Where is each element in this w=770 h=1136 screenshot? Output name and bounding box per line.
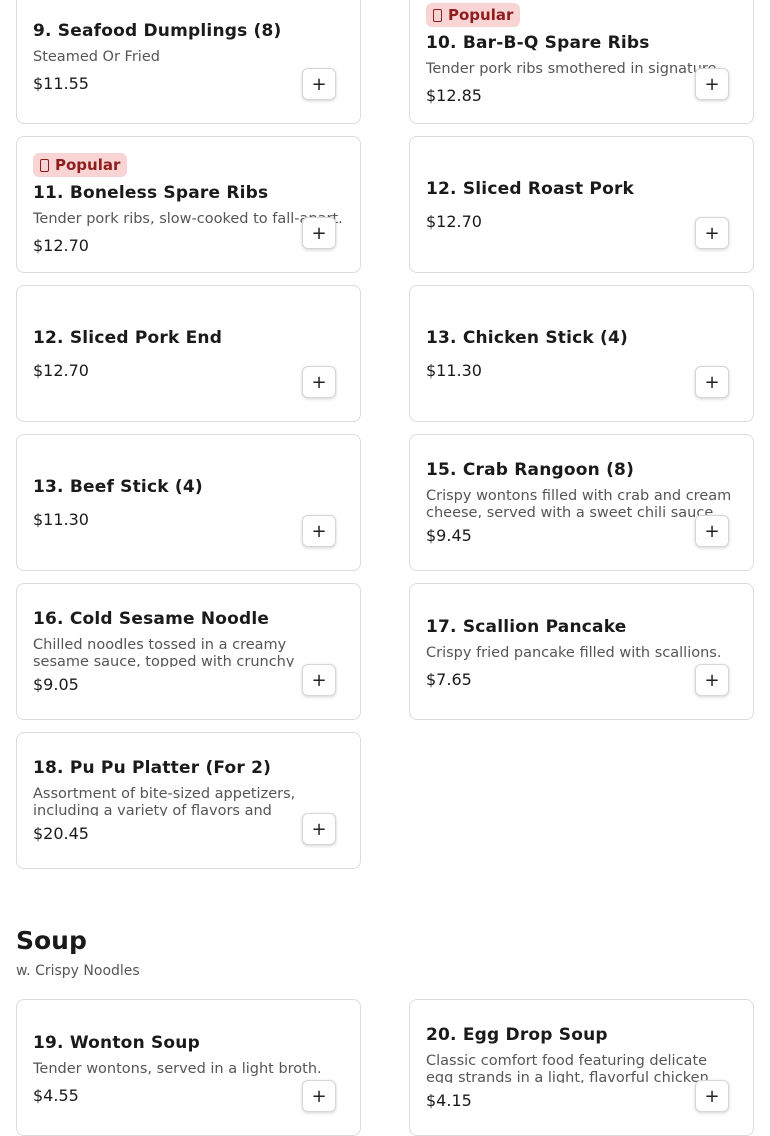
item-description: Tender pork ribs, slow-cooked to fall-ap… [33,211,344,227]
item-description: Chilled noodles tossed in a creamy sesam… [33,637,295,667]
item-name: 12. Sliced Roast Pork [426,179,635,199]
menu-item-card[interactable]: Popular 11. Boneless Spare Ribs Tender p… [16,136,361,273]
item-name: 11. Boneless Spare Ribs [33,183,269,203]
item-name: 15. Crab Rangoon (8) [426,460,635,480]
item-description: Tender pork ribs smothered in signature [426,61,717,77]
item-name: 13. Chicken Stick (4) [426,328,628,348]
add-to-cart-button[interactable]: + [695,68,729,100]
item-name: 20. Egg Drop Soup [426,1025,608,1045]
item-price: $12.70 [33,361,89,380]
item-price: $11.30 [33,510,89,529]
fire-icon [433,8,442,22]
menu-item-card[interactable]: 16. Cold Sesame Noodle Chilled noodles t… [16,583,361,720]
item-price: $4.15 [426,1091,472,1110]
badge-label: Popular [55,156,121,174]
menu-item-card[interactable]: Popular 10. Bar-B-Q Spare Ribs Tender po… [409,0,754,124]
menu-item-card[interactable]: 17. Scallion Pancake Crispy fried pancak… [409,583,754,720]
item-name: 9. Seafood Dumplings (8) [33,21,282,41]
menu-item-card[interactable]: 13. Chicken Stick (4) $11.30 + [409,285,754,422]
menu-item-card[interactable]: 12. Sliced Roast Pork $12.70 + [409,136,754,273]
add-to-cart-button[interactable]: + [695,366,729,398]
item-description: Assortment of bite-sized appetizers, inc… [33,786,296,816]
item-price: $20.45 [33,824,89,843]
add-to-cart-button[interactable]: + [695,664,729,696]
item-price: $4.55 [33,1086,79,1105]
section-title: Soup [16,926,87,955]
menu-item-card[interactable]: 20. Egg Drop Soup Classic comfort food f… [409,999,754,1136]
item-price: $9.45 [426,526,472,545]
item-price: $7.65 [426,670,472,689]
menu-item-card[interactable]: 12. Sliced Pork End $12.70 + [16,285,361,422]
item-description: Classic comfort food featuring delicate … [426,1053,709,1083]
badge-label: Popular [448,6,514,24]
menu-item-card[interactable]: 18. Pu Pu Platter (For 2) Assortment of … [16,732,361,869]
popular-badge: Popular [426,3,521,27]
menu-item-card[interactable]: 9. Seafood Dumplings (8) Steamed Or Frie… [16,0,361,124]
add-to-cart-button[interactable]: + [302,664,336,696]
add-to-cart-button[interactable]: + [302,68,336,100]
item-name: 18. Pu Pu Platter (For 2) [33,758,272,778]
item-name: 17. Scallion Pancake [426,617,627,637]
add-to-cart-button[interactable]: + [302,1080,336,1112]
item-name: 10. Bar-B-Q Spare Ribs [426,33,650,53]
menu-item-card[interactable]: 13. Beef Stick (4) $11.30 + [16,434,361,571]
item-price: $9.05 [33,675,79,694]
item-price: $12.85 [426,86,482,105]
add-to-cart-button[interactable]: + [695,217,729,249]
item-name: 16. Cold Sesame Noodle [33,609,270,629]
item-name: 12. Sliced Pork End [33,328,223,348]
menu-item-card[interactable]: 19. Wonton Soup Tender wontons, served i… [16,999,361,1136]
add-to-cart-button[interactable]: + [695,1080,729,1112]
popular-badge: Popular [33,153,128,177]
add-to-cart-button[interactable]: + [695,515,729,547]
item-price: $11.55 [33,74,89,93]
item-price: $12.70 [426,212,482,231]
add-to-cart-button[interactable]: + [302,217,336,249]
item-description: Steamed Or Fried [33,49,160,65]
item-description: Crispy wontons filled with crab and crea… [426,488,732,518]
add-to-cart-button[interactable]: + [302,366,336,398]
item-price: $11.30 [426,361,482,380]
fire-icon [40,158,49,172]
menu-item-card[interactable]: 15. Crab Rangoon (8) Crispy wontons fill… [409,434,754,571]
item-name: 19. Wonton Soup [33,1033,200,1053]
add-to-cart-button[interactable]: + [302,515,336,547]
item-name: 13. Beef Stick (4) [33,477,203,497]
add-to-cart-button[interactable]: + [302,813,336,845]
item-description: Tender wontons, served in a light broth. [33,1061,322,1077]
section-subtitle: w. Crispy Noodles [16,963,140,979]
item-description: Crispy fried pancake filled with scallio… [426,645,722,661]
item-price: $12.70 [33,236,89,255]
